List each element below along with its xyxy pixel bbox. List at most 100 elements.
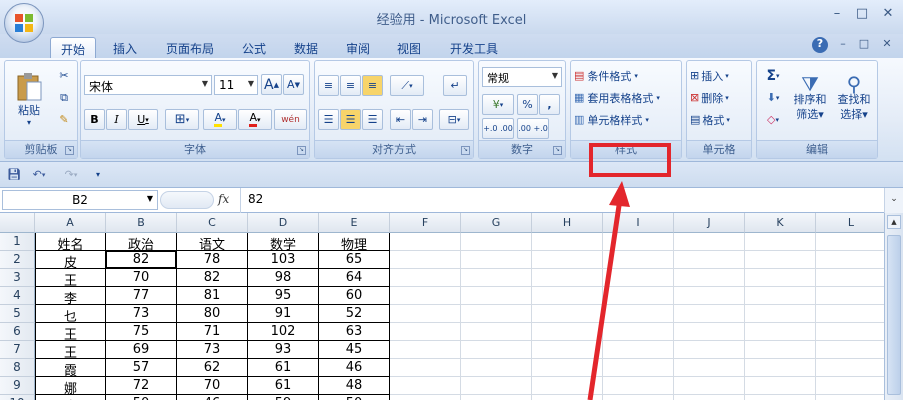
table-cell[interactable]: 65 [319,251,390,269]
clipboard-launcher-icon[interactable]: ↘ [65,146,74,155]
column-header[interactable]: E [319,213,390,233]
copy-button[interactable]: ⧉ [53,87,75,108]
column-header[interactable]: L [816,213,884,233]
scroll-thumb[interactable] [887,235,901,395]
workbook-close-button[interactable]: ✕ [879,37,895,53]
formula-bar-resizer[interactable] [160,191,214,209]
paste-button[interactable]: 粘贴 ▾ [7,65,51,133]
increase-indent-button[interactable]: ⇥ [412,109,433,130]
comma-button[interactable]: , [539,94,560,115]
tab-data[interactable]: 数据 [284,37,328,58]
tab-page-layout[interactable]: 页面布局 [156,37,224,58]
table-cell[interactable]: 72 [106,377,177,395]
table-cell[interactable]: 75 [106,323,177,341]
grow-font-button[interactable]: A ▲ [261,74,282,95]
find-select-button[interactable]: ⚲ 查找和 选择▾ [833,65,875,133]
column-header[interactable]: J [674,213,745,233]
table-cell[interactable]: 46 [319,359,390,377]
table-cell[interactable]: 59 [248,395,319,400]
phonetic-button[interactable]: wén [274,109,307,130]
workbook-restore-button[interactable]: □ [856,37,872,53]
tab-view[interactable]: 视图 [387,37,431,58]
increase-decimal-button[interactable]: +.0 .00 [482,118,514,139]
font-color-button[interactable]: A ▾ [238,109,272,130]
table-cell[interactable]: 63 [319,323,390,341]
fill-color-button[interactable]: A ▾ [203,109,237,130]
percent-button[interactable]: % [517,94,538,115]
format-cells-button[interactable]: ▤ 格式 ▾ [689,109,749,130]
tab-review[interactable]: 审阅 [336,37,380,58]
cut-button[interactable]: ✂ [53,65,75,86]
row-header[interactable]: 9 [0,377,35,395]
align-right-button[interactable]: ☰ [362,109,383,130]
table-cell[interactable]: 45 [319,341,390,359]
insert-function-button[interactable]: fx [218,190,236,210]
table-cell[interactable]: 李 [35,287,106,307]
table-cell[interactable]: 50 [106,395,177,400]
underline-button[interactable]: U ▾ [128,109,158,130]
number-format-select[interactable]: 常规 ▼ [482,67,562,87]
format-painter-button[interactable]: ✎ [53,109,75,130]
cell-styles-button[interactable]: ▥ 单元格样式 ▾ [573,109,679,130]
table-cell[interactable]: 数学 [248,233,319,253]
table-cell[interactable]: 61 [248,359,319,377]
table-cell[interactable]: 52 [319,305,390,323]
table-cell[interactable]: 王 [35,323,106,343]
expand-formula-bar-button[interactable]: ⌄ [884,188,903,213]
delete-cells-button[interactable]: ⊠ 删除 ▾ [689,87,749,108]
table-cell[interactable]: 语文 [177,233,248,253]
table-cell[interactable]: 48 [319,377,390,395]
restore-button[interactable]: □ [852,6,872,24]
align-bottom-button[interactable]: ≡ [362,75,383,96]
table-cell[interactable]: 57 [106,359,177,377]
table-cell[interactable]: 霞 [35,359,106,379]
shrink-font-button[interactable]: A ▼ [283,74,304,95]
scroll-up-button[interactable]: ▲ [887,215,901,229]
table-cell[interactable]: 王 [35,341,106,361]
redo-button[interactable]: ↷ ▾ [58,165,84,184]
formula-input[interactable]: 82 [248,192,848,210]
table-cell[interactable]: 61 [248,377,319,395]
table-cell[interactable]: 91 [248,305,319,323]
table-cell[interactable]: 物理 [319,233,390,253]
align-center-button[interactable]: ☰ [340,109,361,130]
table-cell[interactable]: 69 [106,341,177,359]
bold-button[interactable]: B [84,109,105,130]
table-cell[interactable]: 王 [35,269,106,289]
font-size-select[interactable]: 11 ▼ [214,75,258,95]
row-header[interactable]: 8 [0,359,35,377]
table-cell[interactable]: 乜 [35,305,106,325]
alignment-launcher-icon[interactable]: ↘ [461,146,470,155]
help-icon[interactable]: ? [812,37,828,53]
table-cell[interactable]: 皮 [35,251,106,271]
table-cell[interactable]: 102 [248,323,319,341]
wrap-text-button[interactable]: ↵ [443,75,467,96]
decrease-decimal-button[interactable]: .00 +.0 [517,118,549,139]
row-header[interactable]: 6 [0,323,35,341]
number-launcher-icon[interactable]: ↘ [553,146,562,155]
column-header[interactable]: A [35,213,106,233]
table-cell[interactable]: 60 [319,287,390,305]
table-cell[interactable]: 81 [177,287,248,305]
tab-formulas[interactable]: 公式 [232,37,276,58]
orientation-button[interactable]: ⟋ ▾ [390,75,424,96]
table-cell[interactable]: 80 [177,305,248,323]
table-cell[interactable]: 78 [177,251,248,269]
clear-button[interactable]: ◇ ▾ [759,109,787,130]
minimize-button[interactable]: – [827,6,847,24]
table-cell[interactable]: 70 [177,377,248,395]
conditional-formatting-button[interactable]: ▤ 条件格式 ▾ [573,65,679,86]
column-header[interactable]: K [745,213,816,233]
tab-home[interactable]: 开始 [50,37,97,58]
row-header[interactable]: 5 [0,305,35,323]
name-box[interactable]: B2 ▼ [2,190,158,210]
save-button[interactable]: 💾︎ [5,165,23,184]
insert-cells-button[interactable]: ⊞ 插入 ▾ [689,65,749,86]
table-cell[interactable]: 70 [106,269,177,287]
table-cell[interactable]: 姓名 [35,233,106,253]
fill-button[interactable]: ⬇ ▾ [759,87,787,108]
align-middle-button[interactable]: ≡ [340,75,361,96]
row-header[interactable]: 4 [0,287,35,305]
column-header[interactable]: C [177,213,248,233]
align-left-button[interactable]: ☰ [318,109,339,130]
